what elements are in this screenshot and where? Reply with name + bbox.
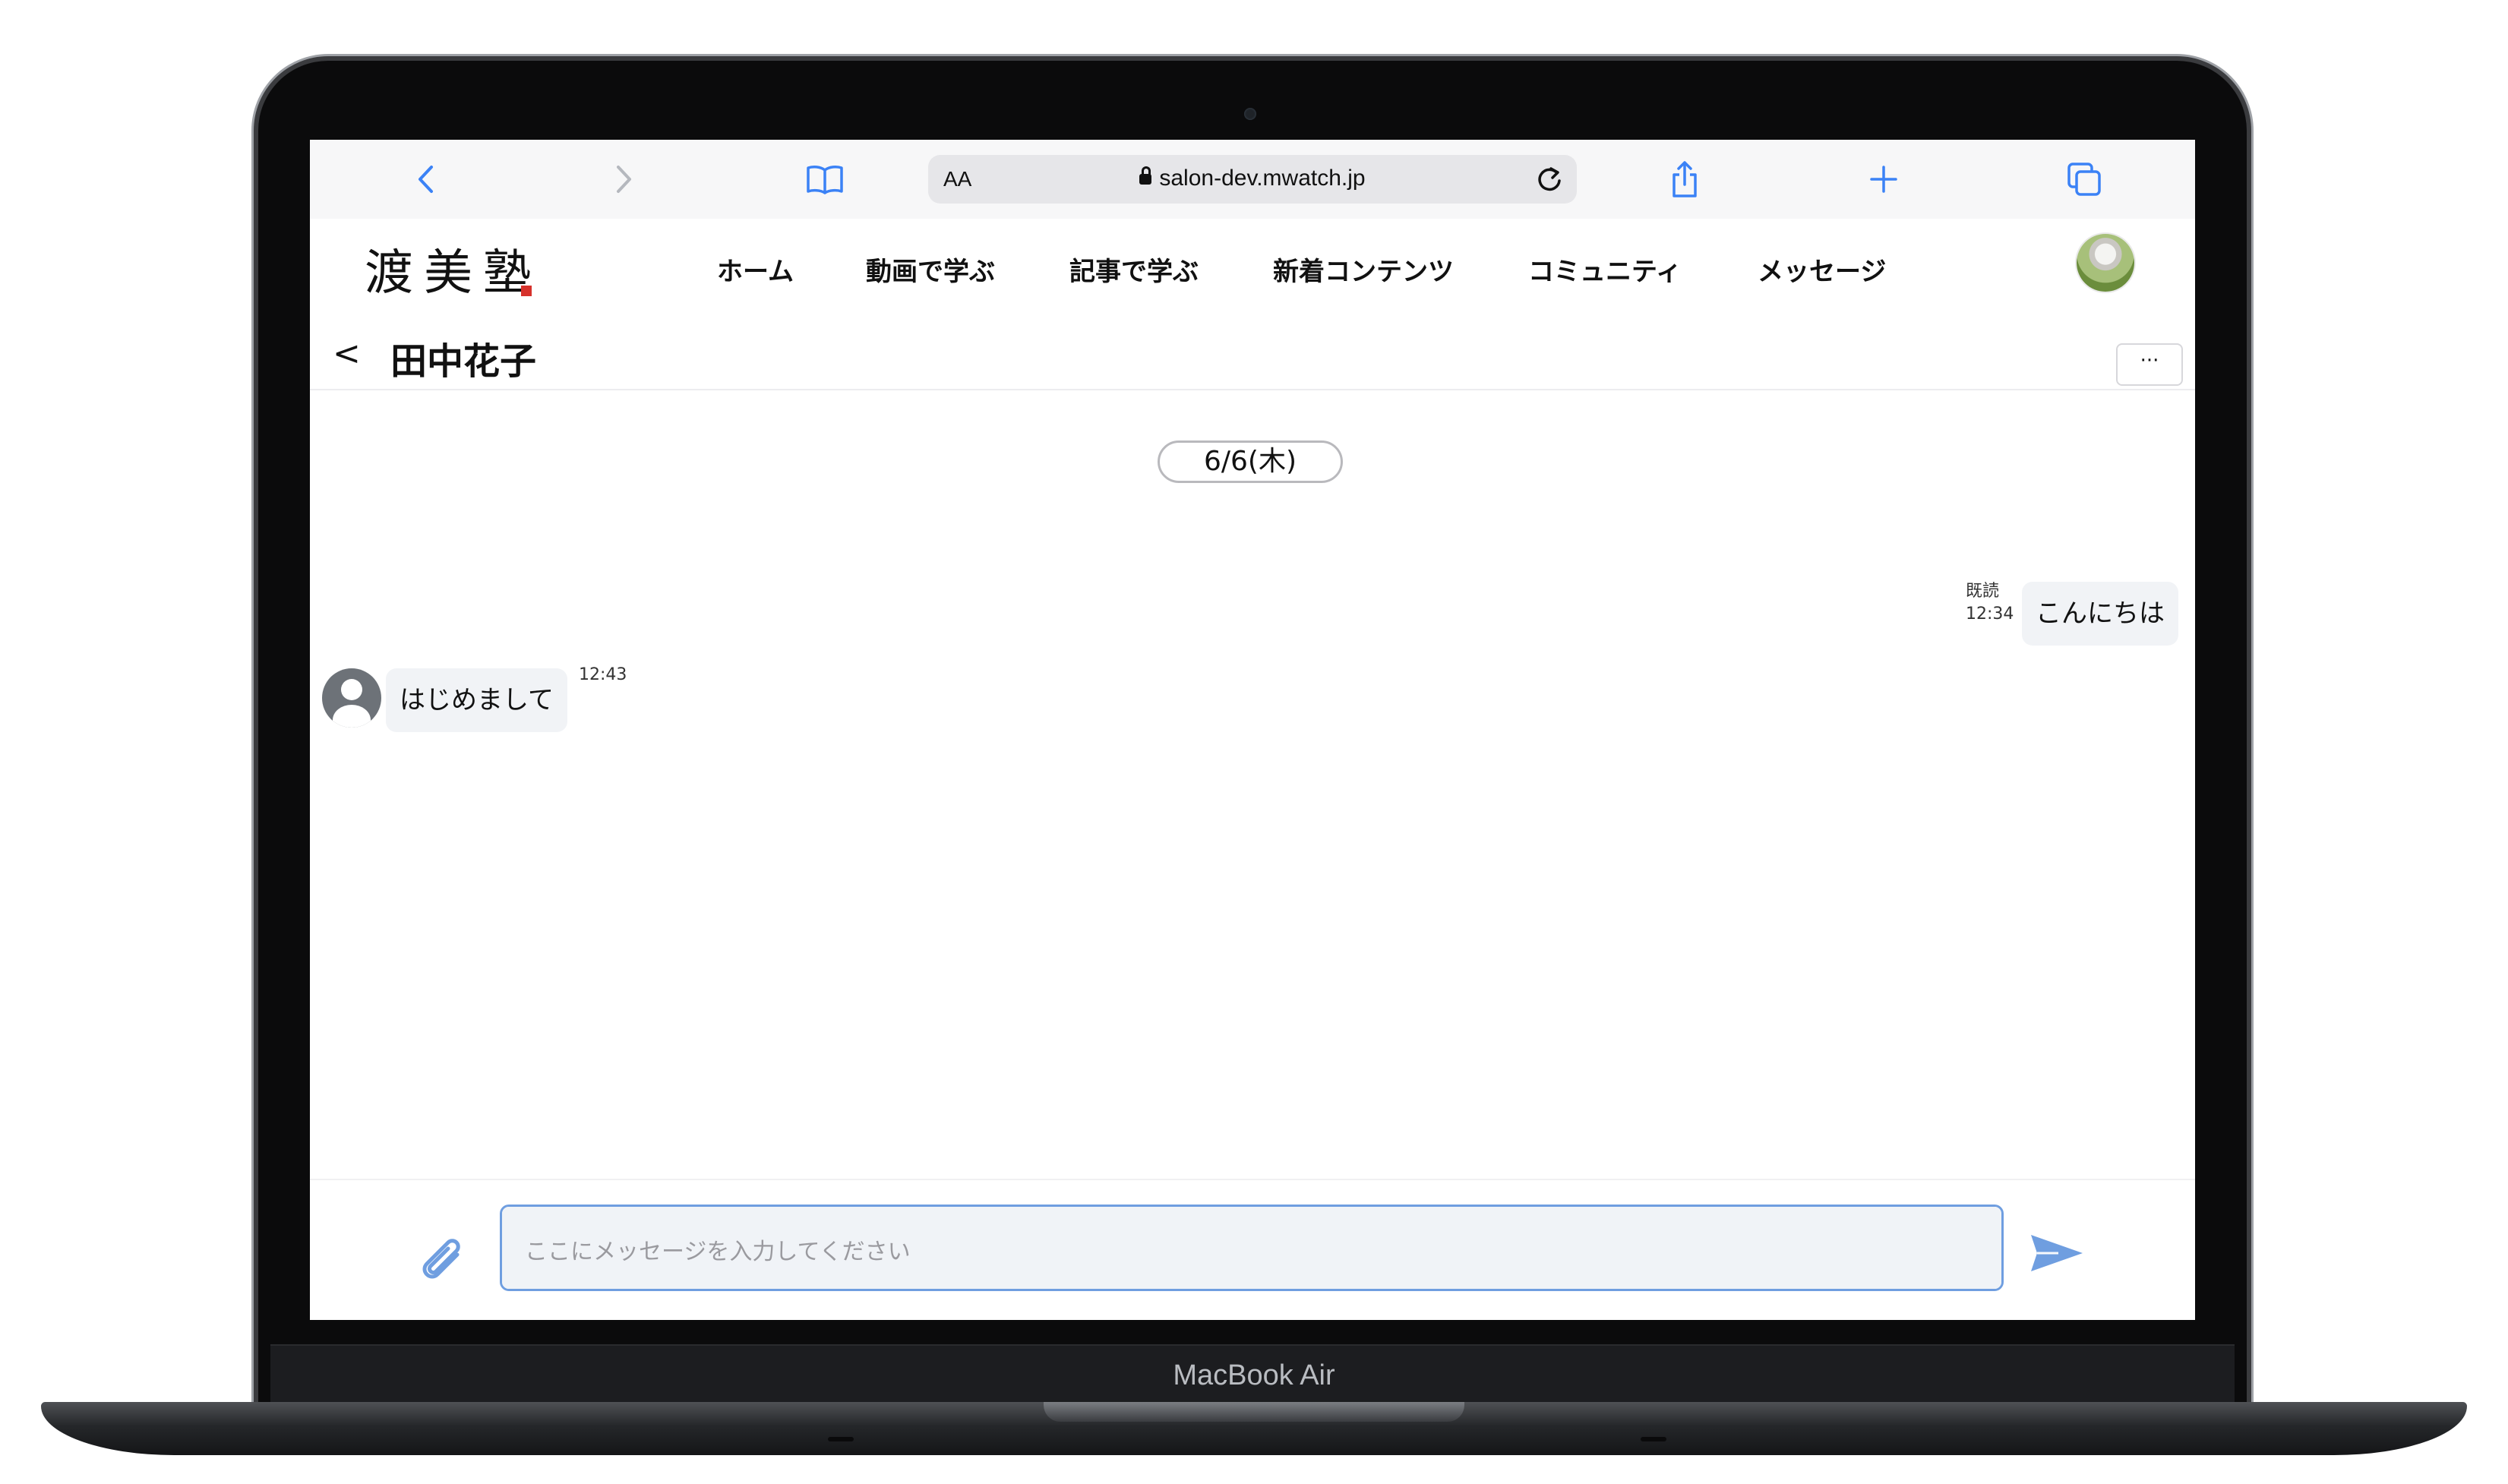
base-notch: [1044, 1402, 1464, 1422]
tabs-icon[interactable]: [2063, 158, 2105, 200]
chat-title: 田中花子: [390, 340, 537, 383]
reload-icon[interactable]: [1534, 164, 1565, 197]
url-text: salon-dev.mwatch.jp: [1159, 166, 1366, 191]
nav-item-community[interactable]: コミュニティ: [1528, 251, 1682, 288]
user-avatar[interactable]: [2077, 234, 2134, 292]
contact-avatar[interactable]: [322, 668, 381, 728]
site-header: 渡美塾 ホーム 動画で学ぶ 記事で学ぶ 新着コンテンツ コミュニティ メッセージ: [310, 219, 2195, 314]
read-receipt: 既読: [1966, 582, 2000, 601]
nav-item-videos[interactable]: 動画で学ぶ: [866, 251, 995, 288]
nav-item-new-content[interactable]: 新着コンテンツ: [1273, 251, 1454, 288]
message-bubble-outgoing[interactable]: こんにちは: [2022, 582, 2178, 646]
message-composer: [310, 1179, 2195, 1320]
camera: [1244, 108, 1256, 120]
nav-item-home[interactable]: ホーム: [717, 251, 794, 288]
laptop-foot: [828, 1437, 854, 1441]
bookmarks-icon[interactable]: [804, 158, 846, 200]
message-bubble-incoming[interactable]: はじめまして: [386, 668, 567, 732]
send-icon[interactable]: [2028, 1230, 2086, 1279]
laptop-foot: [1641, 1437, 1666, 1441]
nav-item-messages[interactable]: メッセージ: [1758, 251, 1886, 288]
site-logo[interactable]: 渡美塾: [365, 234, 542, 304]
lock-icon: [1139, 166, 1152, 185]
more-options-button[interactable]: ···: [2116, 343, 2183, 386]
screen: AA salon-dev.mwatch.jp 渡美塾 ホーム 動画で学ぶ 記事で…: [310, 140, 2195, 1320]
attach-icon[interactable]: [415, 1229, 469, 1287]
new-tab-icon[interactable]: [1862, 158, 1905, 200]
message-time: 12:43: [579, 665, 627, 684]
model-label: MacBook Air: [1173, 1359, 1335, 1391]
message-time: 12:34: [1966, 605, 2014, 624]
date-divider: 6/6(木): [1158, 440, 1343, 483]
browser-toolbar: AA salon-dev.mwatch.jp: [310, 140, 2195, 220]
nav-item-articles[interactable]: 記事で学ぶ: [1069, 251, 1199, 288]
chat-header: < 田中花子 ···: [310, 314, 2195, 390]
share-icon[interactable]: [1663, 158, 1706, 200]
message-input[interactable]: [500, 1205, 2004, 1291]
address-bar[interactable]: AA salon-dev.mwatch.jp: [928, 155, 1577, 204]
logo-seal: [521, 286, 532, 296]
forward-icon[interactable]: [603, 158, 646, 200]
back-icon[interactable]: [404, 158, 447, 200]
chat-back-button[interactable]: <: [333, 334, 361, 373]
